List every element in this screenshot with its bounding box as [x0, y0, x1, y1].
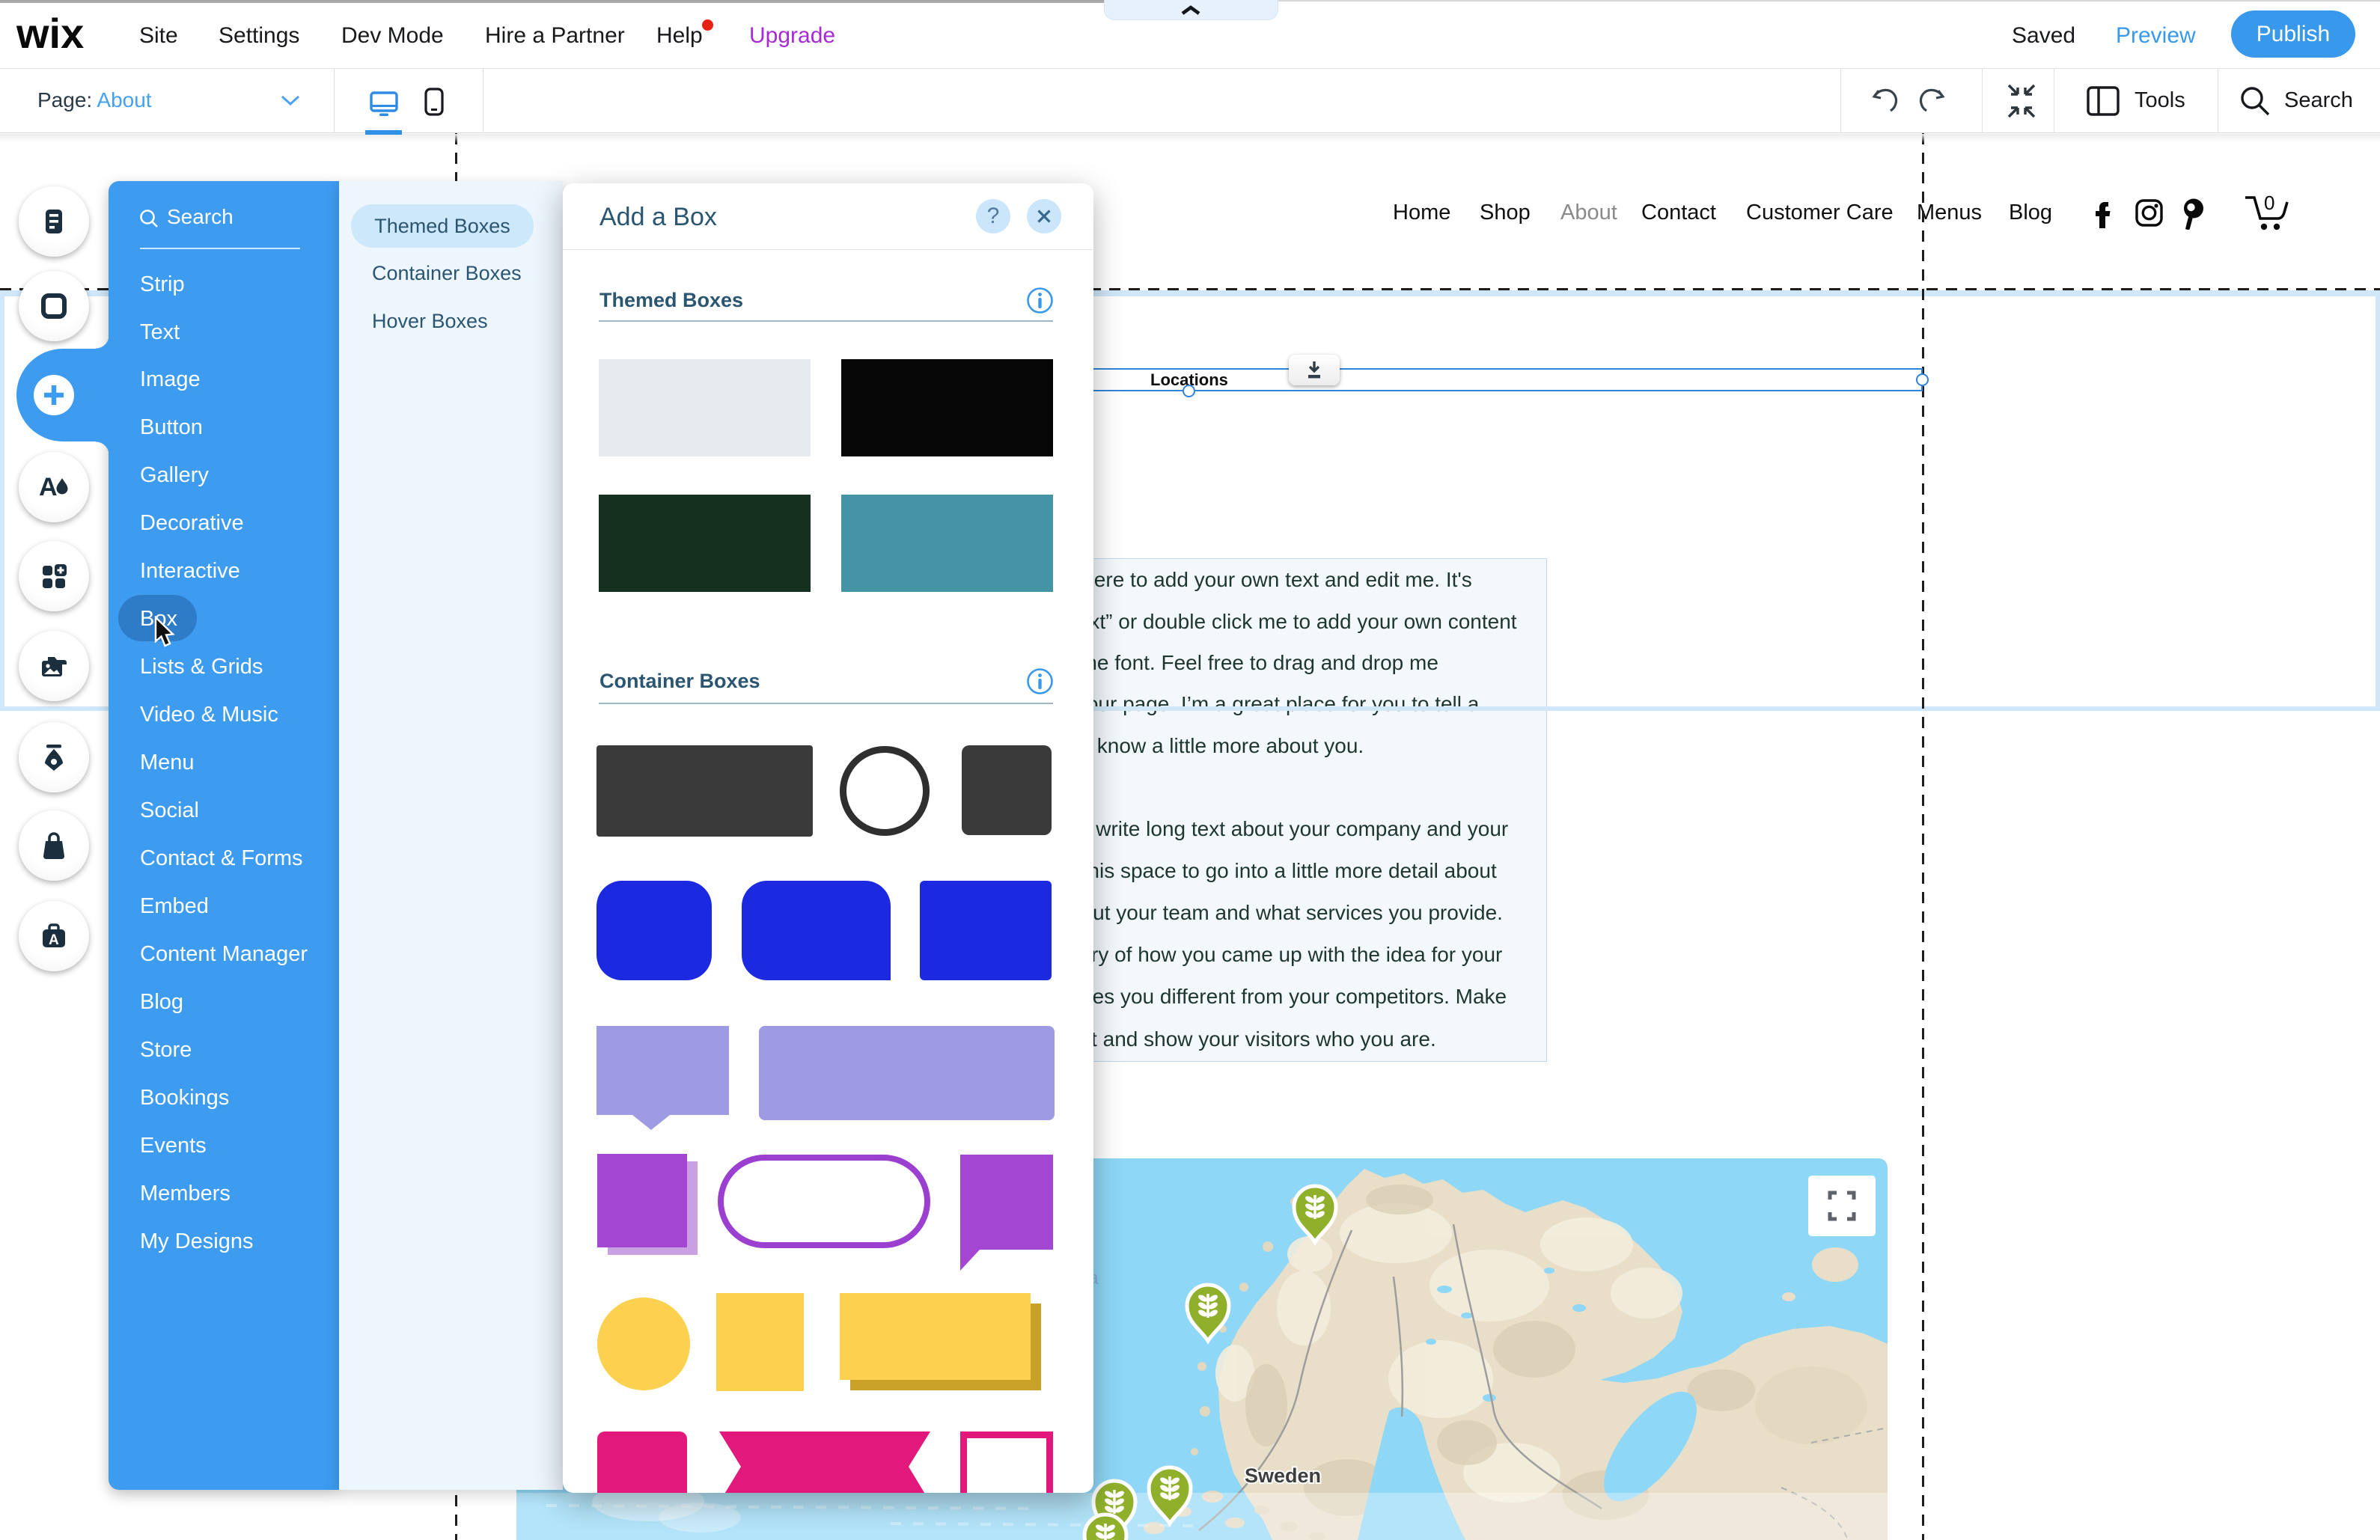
svg-text:A: A [39, 473, 58, 501]
svg-text:0: 0 [2264, 193, 2274, 214]
svg-text:Sweden: Sweden [1245, 1464, 1321, 1487]
svg-text:wix: wix [16, 10, 84, 55]
svg-text:A: A [49, 932, 59, 948]
